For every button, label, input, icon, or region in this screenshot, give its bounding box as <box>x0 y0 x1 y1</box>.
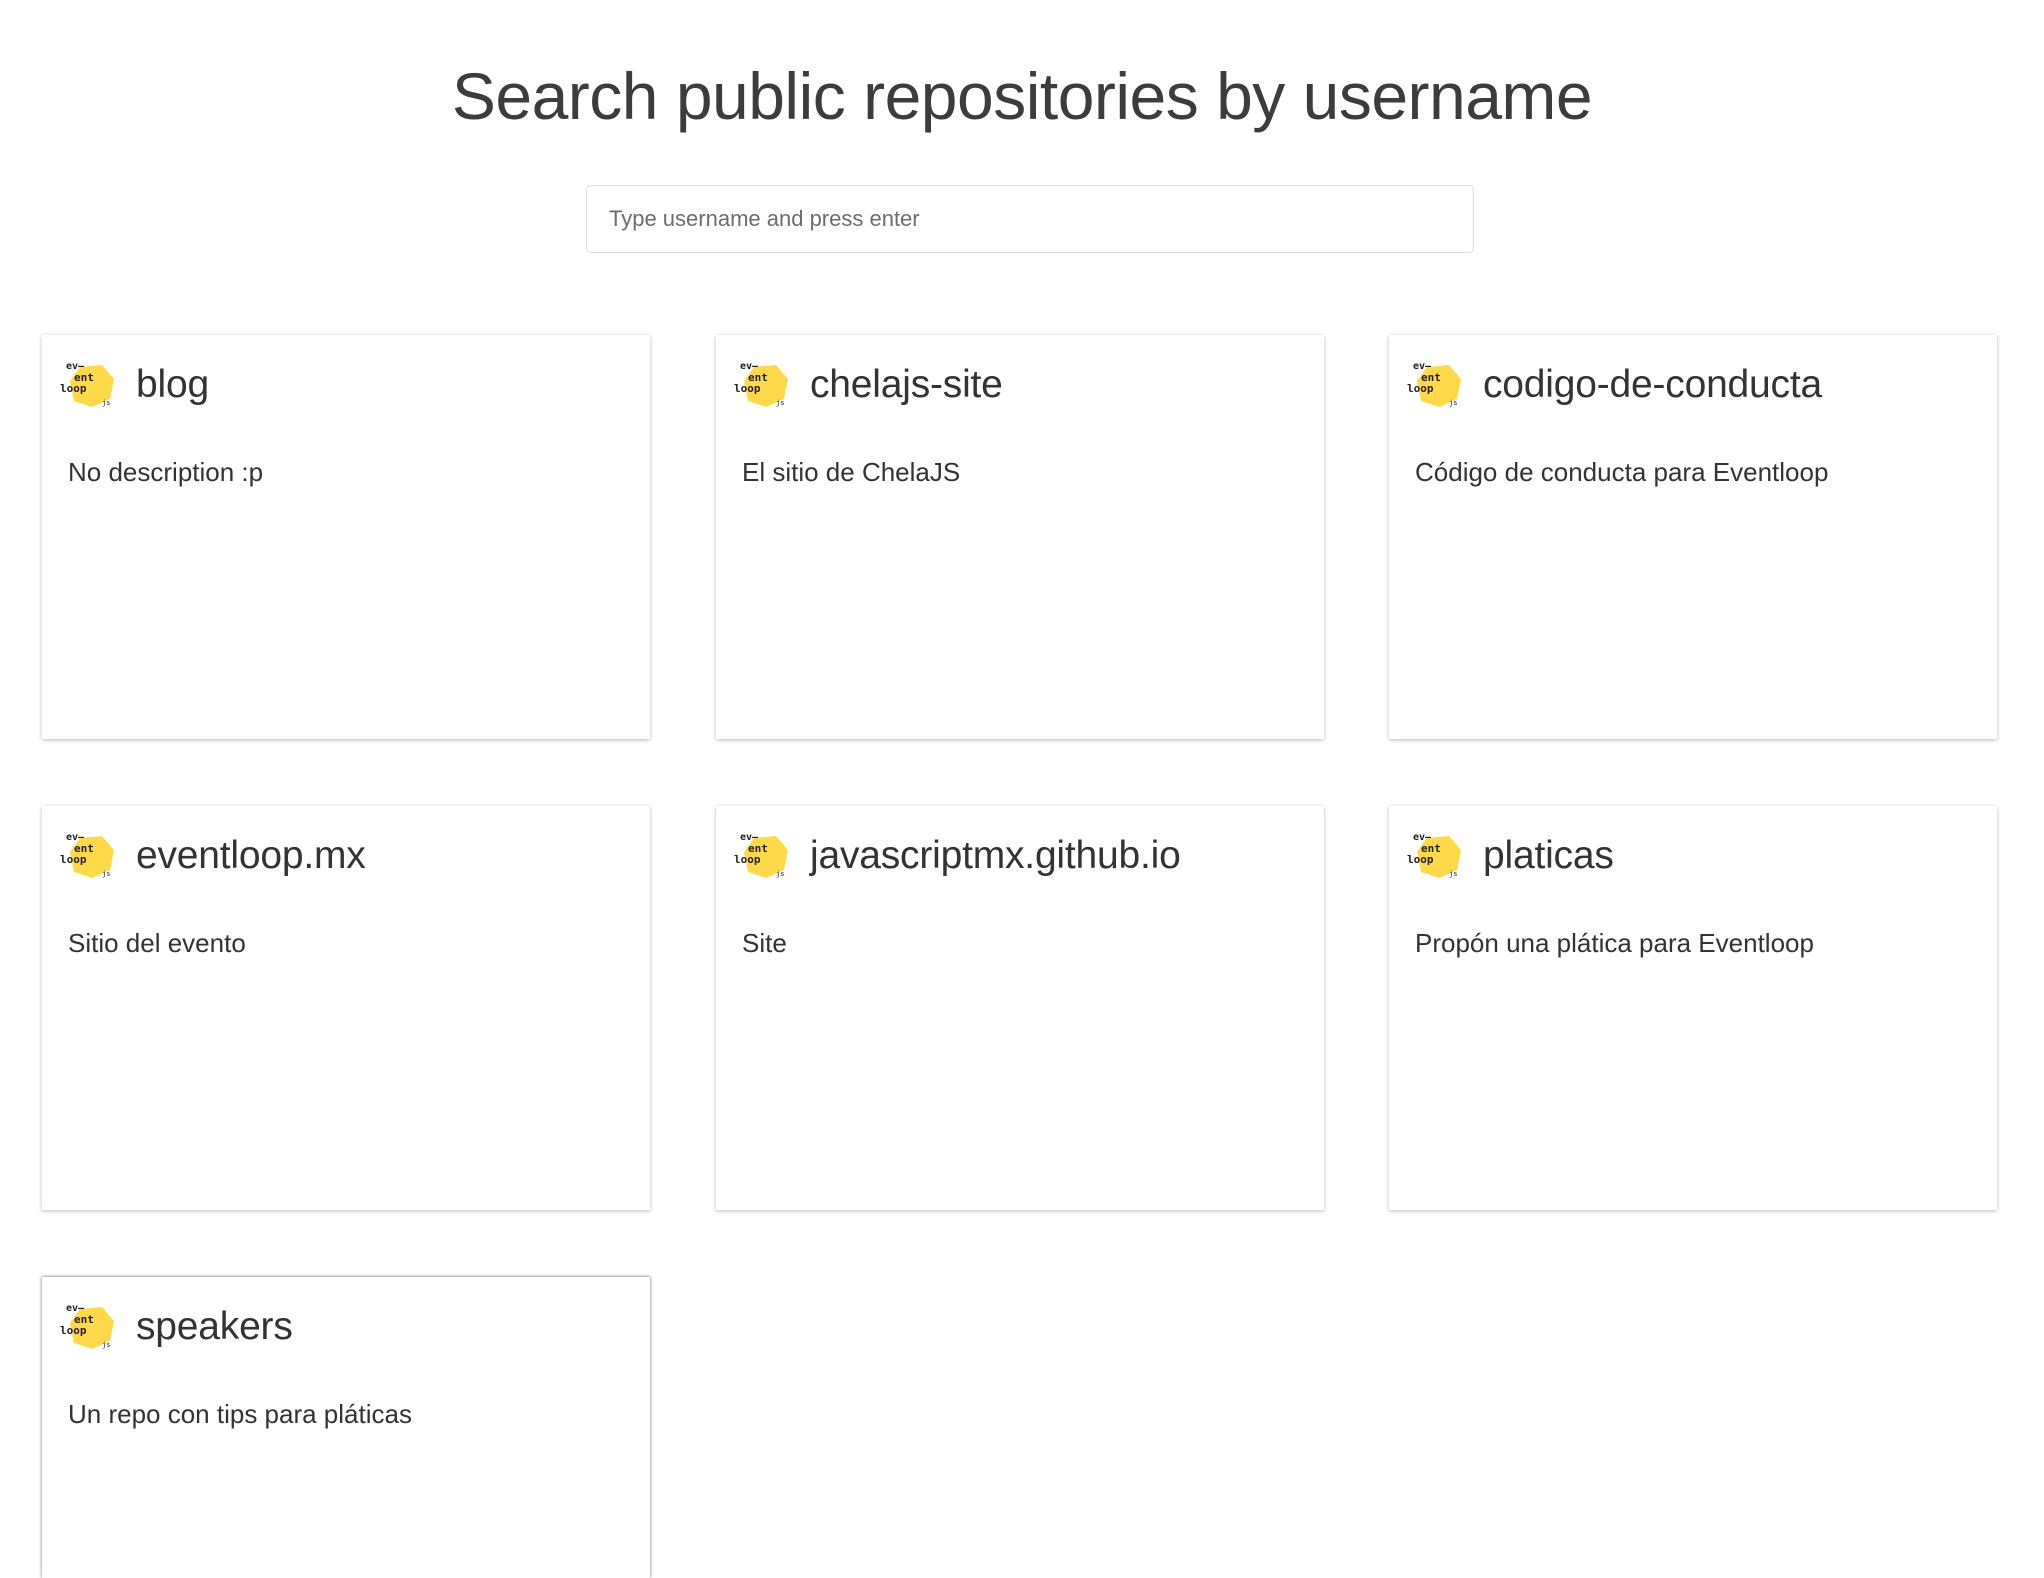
repo-card[interactable]: ev— ent loop js platicas Propón una plát… <box>1389 806 1997 1210</box>
repo-card[interactable]: ev— ent loop js blog No description :p <box>42 335 650 739</box>
svg-text:loop: loop <box>60 1324 87 1337</box>
svg-text:js: js <box>1449 399 1457 407</box>
repo-card[interactable]: ev— ent loop js codigo-de-conducta Códig… <box>1389 335 1997 739</box>
svg-text:js: js <box>776 399 784 407</box>
repo-name[interactable]: blog <box>136 363 209 407</box>
svg-text:loop: loop <box>60 853 87 866</box>
repo-card[interactable]: ev— ent loop js chelajs-site El sitio de… <box>716 335 1324 739</box>
svg-text:loop: loop <box>1407 382 1434 395</box>
repo-card[interactable]: ev— ent loop js speakers Un repo con tip… <box>42 1277 650 1578</box>
username-search-input[interactable] <box>586 185 1474 253</box>
eventloop-logo-icon: ev— ent loop js <box>1405 830 1465 882</box>
eventloop-logo-icon: ev— ent loop js <box>58 1301 118 1353</box>
repo-description: Sitio del evento <box>68 928 246 958</box>
repo-card[interactable]: ev— ent loop js javascriptmx.github.io S… <box>716 806 1324 1210</box>
eventloop-logo-icon: ev— ent loop js <box>732 359 792 411</box>
svg-text:loop: loop <box>734 853 761 866</box>
eventloop-logo-icon: ev— ent loop js <box>58 359 118 411</box>
eventloop-logo-icon: ev— ent loop js <box>1405 359 1465 411</box>
eventloop-logo-icon: ev— ent loop js <box>58 830 118 882</box>
repo-name[interactable]: chelajs-site <box>810 363 1003 407</box>
repo-name[interactable]: eventloop.mx <box>136 834 366 878</box>
svg-text:loop: loop <box>60 382 87 395</box>
svg-text:loop: loop <box>734 382 761 395</box>
svg-text:js: js <box>102 399 110 407</box>
eventloop-logo-icon: ev— ent loop js <box>732 830 792 882</box>
repo-description: Site <box>742 928 787 958</box>
repo-name[interactable]: speakers <box>136 1305 293 1349</box>
repo-name[interactable]: codigo-de-conducta <box>1483 363 1822 407</box>
repo-card[interactable]: ev— ent loop js eventloop.mx Sitio del e… <box>42 806 650 1210</box>
repo-description: Un repo con tips para pláticas <box>68 1399 412 1429</box>
repo-description: Propón una plática para Eventloop <box>1415 928 1814 958</box>
svg-text:loop: loop <box>1407 853 1434 866</box>
repo-description: El sitio de ChelaJS <box>742 457 961 487</box>
repo-name[interactable]: javascriptmx.github.io <box>810 834 1181 878</box>
repo-description: Código de conducta para Eventloop <box>1415 457 1829 487</box>
svg-text:js: js <box>1449 870 1457 878</box>
svg-text:js: js <box>102 1341 110 1349</box>
svg-text:js: js <box>776 870 784 878</box>
repo-name[interactable]: platicas <box>1483 834 1614 878</box>
repo-description: No description :p <box>68 457 264 487</box>
svg-text:js: js <box>102 870 110 878</box>
page-title: Search public repositories by username <box>451 59 1593 133</box>
